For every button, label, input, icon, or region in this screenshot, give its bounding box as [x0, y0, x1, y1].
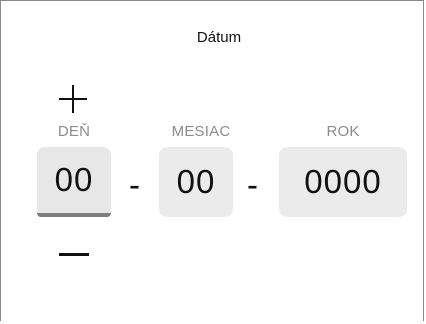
- date-separator: -: [247, 166, 258, 203]
- date-picker-panel: Dátum DEŇ MESIAC ROK 00 - 00 - 0000: [0, 0, 424, 321]
- date-separator: -: [129, 166, 140, 203]
- year-field[interactable]: 0000: [279, 147, 407, 217]
- decrement-day-button[interactable]: [59, 253, 89, 256]
- day-label: DEŇ: [57, 123, 91, 140]
- day-field[interactable]: 00: [37, 147, 111, 217]
- increment-day-button[interactable]: [59, 85, 87, 113]
- panel-title: Dátum: [196, 29, 242, 46]
- month-label: MESIAC: [171, 123, 231, 140]
- year-label: ROK: [326, 123, 360, 140]
- month-field[interactable]: 00: [159, 147, 233, 217]
